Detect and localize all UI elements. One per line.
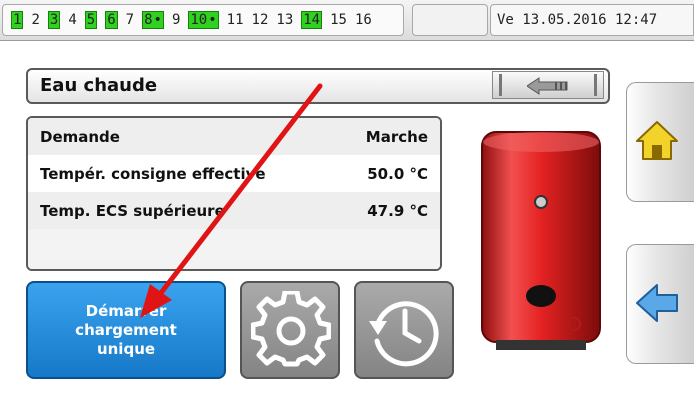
home-button[interactable] [626,82,694,202]
value-reading: 50.0 °C [367,164,428,183]
back-nav-button[interactable] [626,244,694,364]
value-label: Demande [40,127,120,146]
output-indicator: 3 [47,11,61,29]
gear-icon [251,291,331,367]
values-panel: Demande Marche Tempér. consigne effectiv… [26,116,442,271]
settings-button[interactable] [240,281,340,379]
output-indicator: 12 [251,12,269,28]
value-label: Tempér. consigne effective [40,164,266,183]
hot-water-tank-image [481,131,601,350]
start-button-line-3: unique [96,339,156,358]
left-arrow-icon [636,284,678,322]
status-blank-field [412,4,488,36]
value-row-setpoint: Tempér. consigne effective 50.0 °C [28,155,440,192]
output-indicator: 11 [226,12,244,28]
history-button[interactable] [354,281,454,379]
start-single-charge-button[interactable]: Démarrer chargement unique [26,281,226,379]
back-arrow-icon [527,77,568,95]
output-indicator: 15 [330,12,347,28]
value-label: Temp. ECS supérieure [40,201,225,220]
output-indicator: 8 [142,11,164,29]
output-indicator: 1 [11,11,24,29]
value-reading: Marche [365,127,428,146]
start-button-line-1: Démarrer [85,301,167,320]
clock-history-icon [369,301,439,367]
start-button-line-2: chargement [75,320,177,339]
output-status-strip: 12345678910111213141516 [2,4,404,36]
output-indicator: 7 [125,12,135,28]
output-indicator: 10 [188,11,219,29]
output-indicator: 6 [105,11,118,29]
output-indicator: 9 [171,12,181,28]
output-indicator: 13 [276,12,294,28]
value-row-demand: Demande Marche [28,118,440,155]
output-indicator: 14 [301,11,323,29]
page-title: Eau chaude [40,75,158,96]
value-row-empty [28,229,440,269]
back-button[interactable] [492,71,604,99]
home-icon [636,121,678,160]
output-indicator: 2 [31,12,40,28]
output-indicator: 4 [68,12,77,28]
value-row-dhw-temp: Temp. ECS supérieure 47.9 °C [28,192,440,229]
value-reading: 47.9 °C [367,201,428,220]
date-time: Ve 13.05.2016 12:47 [490,4,694,36]
output-indicator: 5 [84,11,98,29]
status-bar: 12345678910111213141516 Ve 13.05.2016 12… [0,0,694,41]
page-header: Eau chaude [26,68,610,104]
output-indicator: 16 [354,12,372,28]
